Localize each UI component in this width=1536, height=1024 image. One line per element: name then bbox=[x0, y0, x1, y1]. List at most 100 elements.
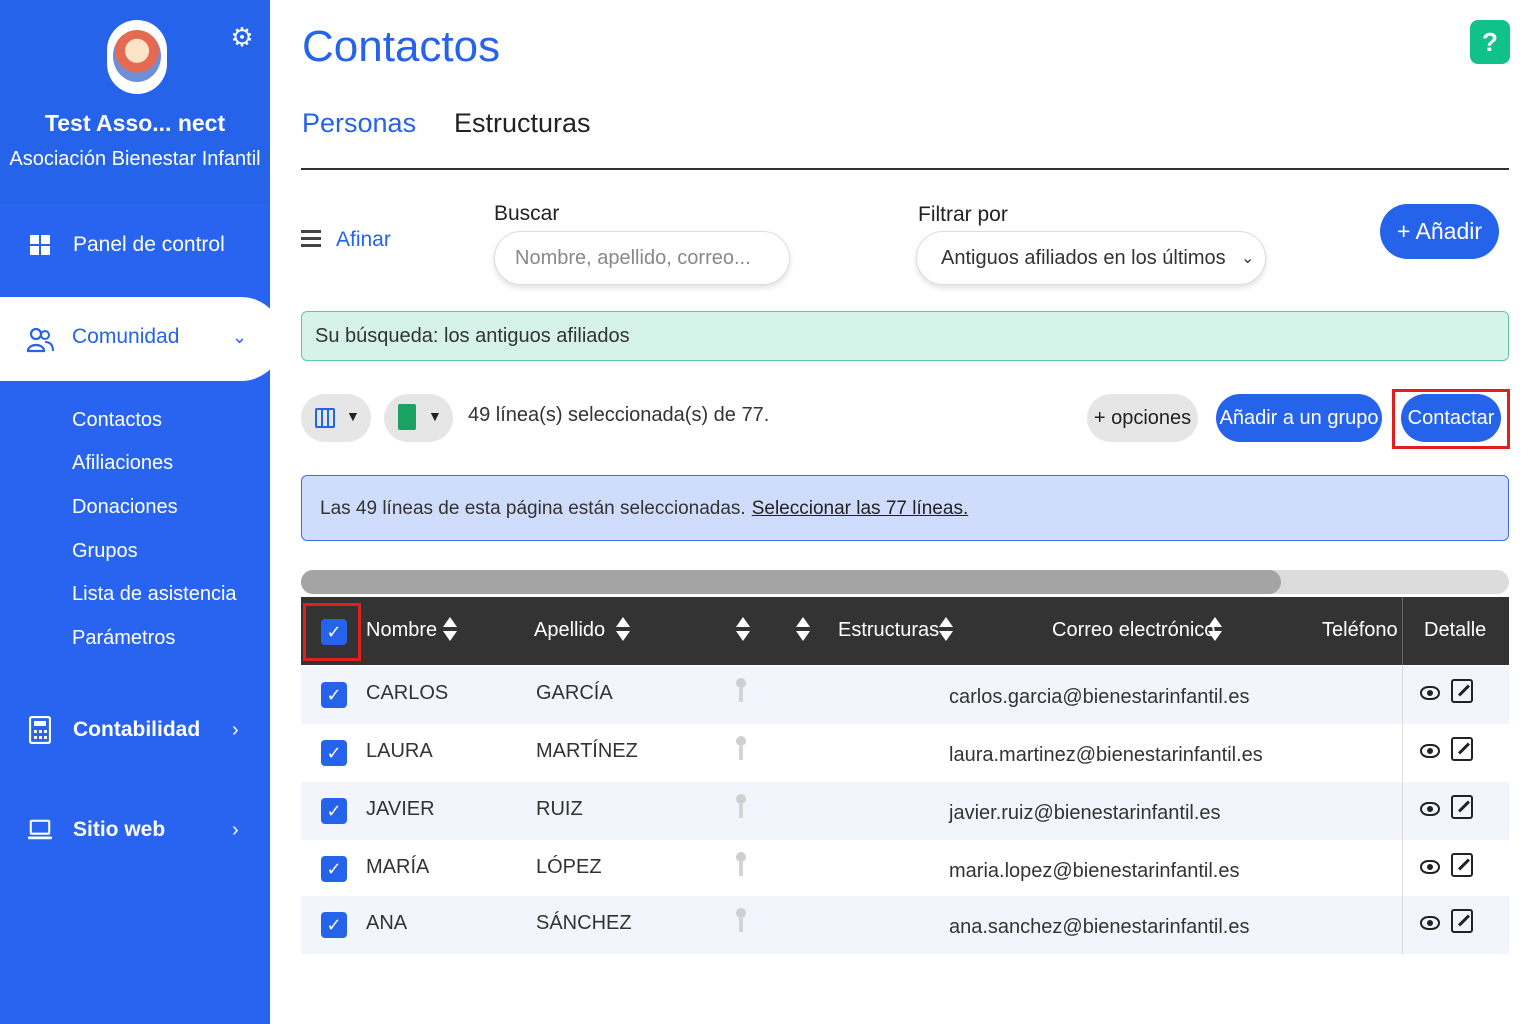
sidebar-item-panel[interactable]: Panel de control bbox=[0, 220, 270, 270]
header-nombre[interactable]: Nombre bbox=[366, 619, 437, 642]
avatar-image bbox=[113, 30, 161, 82]
eye-icon[interactable] bbox=[1420, 916, 1440, 930]
sidebar-subitem-parametros[interactable]: Parámetros bbox=[72, 627, 175, 650]
page-title: Contactos bbox=[302, 22, 501, 71]
table-row[interactable]: ✓ ANA SÁNCHEZ ana.sanchez@bienestarinfan… bbox=[301, 896, 1509, 954]
row-checkbox[interactable]: ✓ bbox=[321, 798, 347, 824]
sidebar-item-label: Panel de control bbox=[73, 233, 225, 256]
eye-icon[interactable] bbox=[1420, 744, 1440, 758]
chevron-down-icon: ⌄ bbox=[232, 327, 248, 347]
search-input[interactable] bbox=[494, 231, 790, 285]
help-button[interactable]: ? bbox=[1470, 20, 1510, 64]
sidebar-subitem-donaciones[interactable]: Donaciones bbox=[72, 496, 178, 519]
header-correo[interactable]: Correo electrónico bbox=[1052, 619, 1215, 642]
ribbon-icon bbox=[736, 794, 746, 820]
eye-icon[interactable] bbox=[1420, 860, 1440, 874]
sidebar-subitem-contactos[interactable]: Contactos bbox=[72, 409, 162, 432]
column-divider bbox=[1402, 597, 1403, 665]
column-divider bbox=[1402, 666, 1403, 724]
cell-nombre: LAURA bbox=[366, 740, 433, 762]
cell-correo: carlos.garcia@bienestarinfantil.es bbox=[949, 686, 1250, 708]
buscar-label: Buscar bbox=[494, 202, 560, 225]
edit-icon[interactable] bbox=[1451, 737, 1473, 761]
table-row[interactable]: ✓ CARLOS GARCÍA carlos.garcia@bienestari… bbox=[301, 666, 1509, 724]
add-to-group-button[interactable]: Añadir a un grupo bbox=[1216, 394, 1382, 442]
ribbon-icon bbox=[736, 736, 746, 762]
sort-icon[interactable] bbox=[736, 617, 750, 643]
sidebar-item-sitio-web[interactable]: Sitio web › bbox=[0, 805, 270, 855]
sidebar-subitem-asistencia[interactable]: Lista de asistencia bbox=[72, 583, 237, 606]
table-row[interactable]: ✓ MARÍA LÓPEZ maria.lopez@bienestarinfan… bbox=[301, 840, 1509, 898]
selection-info-text: Las 49 líneas de esta página están selec… bbox=[320, 498, 746, 519]
sort-icon[interactable] bbox=[616, 617, 630, 643]
row-checkbox[interactable]: ✓ bbox=[321, 912, 347, 938]
edit-icon[interactable] bbox=[1451, 795, 1473, 819]
sidebar-item-contabilidad[interactable]: Contabilidad › bbox=[0, 705, 270, 755]
selection-info-banner: Las 49 líneas de esta página están selec… bbox=[301, 475, 1509, 541]
checkbox-highlight bbox=[303, 603, 361, 661]
add-button[interactable]: + Añadir bbox=[1380, 204, 1499, 259]
sidebar-item-label: Sitio web bbox=[73, 818, 166, 841]
afinar-button[interactable]: Afinar bbox=[336, 228, 391, 252]
filtrar-label: Filtrar por bbox=[918, 203, 1008, 226]
edit-icon[interactable] bbox=[1451, 679, 1473, 703]
more-options-button[interactable]: + opciones bbox=[1087, 394, 1198, 442]
edit-icon[interactable] bbox=[1451, 853, 1473, 877]
org-avatar[interactable] bbox=[107, 20, 167, 94]
dashboard-icon bbox=[28, 233, 52, 257]
row-checkbox[interactable]: ✓ bbox=[321, 740, 347, 766]
cell-correo: maria.lopez@bienestarinfantil.es bbox=[949, 860, 1240, 882]
calculator-icon bbox=[28, 716, 52, 744]
csv-file-icon bbox=[398, 404, 416, 430]
sidebar-item-comunidad[interactable]: Comunidad ⌄ bbox=[0, 297, 283, 381]
cell-nombre: MARÍA bbox=[366, 856, 430, 878]
ribbon-icon bbox=[736, 852, 746, 878]
table-row[interactable]: ✓ LAURA MARTÍNEZ laura.martinez@bienesta… bbox=[301, 724, 1509, 782]
eye-icon[interactable] bbox=[1420, 686, 1440, 700]
cell-correo: javier.ruiz@bienestarinfantil.es bbox=[949, 802, 1221, 824]
column-divider bbox=[1402, 724, 1403, 782]
ribbon-icon bbox=[736, 678, 746, 704]
columns-toggle-button[interactable]: ▼ bbox=[301, 394, 371, 442]
sidebar-subitem-afiliaciones[interactable]: Afiliaciones bbox=[72, 452, 173, 475]
sidebar-item-label: Comunidad bbox=[72, 325, 180, 348]
tab-divider bbox=[301, 168, 1509, 170]
header-apellido[interactable]: Apellido bbox=[534, 619, 605, 642]
table-row[interactable]: ✓ JAVIER RUIZ javier.ruiz@bienestarinfan… bbox=[301, 782, 1509, 840]
caret-down-icon: ▼ bbox=[346, 408, 360, 424]
contact-highlight bbox=[1392, 389, 1510, 449]
header-telefono[interactable]: Teléfono bbox=[1322, 619, 1398, 642]
chevron-right-icon: › bbox=[232, 818, 239, 841]
chevron-down-icon: ⌄ bbox=[1241, 250, 1255, 267]
sort-icon[interactable] bbox=[939, 617, 953, 643]
cell-apellido: MARTÍNEZ bbox=[536, 740, 638, 762]
columns-icon bbox=[315, 408, 335, 428]
gear-icon[interactable]: ⚙ bbox=[229, 24, 255, 50]
eye-icon[interactable] bbox=[1420, 802, 1440, 816]
sidebar-subitem-grupos[interactable]: Grupos bbox=[72, 540, 138, 563]
cell-apellido: SÁNCHEZ bbox=[536, 912, 632, 934]
edit-icon[interactable] bbox=[1451, 909, 1473, 933]
filter-select[interactable]: Antiguos afiliados en los últimos 31 día… bbox=[916, 231, 1266, 285]
tab-personas[interactable]: Personas bbox=[302, 108, 416, 139]
scrollbar-thumb[interactable] bbox=[301, 570, 1281, 594]
cell-correo: ana.sanchez@bienestarinfantil.es bbox=[949, 916, 1250, 938]
select-all-link[interactable]: Seleccionar las 77 líneas. bbox=[752, 498, 969, 519]
cell-apellido: GARCÍA bbox=[536, 682, 613, 704]
ribbon-icon bbox=[736, 908, 746, 934]
sort-icon[interactable] bbox=[443, 617, 457, 643]
column-divider bbox=[1402, 896, 1403, 954]
cell-nombre: ANA bbox=[366, 912, 408, 934]
column-divider bbox=[1402, 782, 1403, 840]
header-estructuras[interactable]: Estructuras bbox=[838, 619, 939, 642]
sort-icon[interactable] bbox=[1208, 617, 1222, 643]
row-checkbox[interactable]: ✓ bbox=[321, 682, 347, 708]
menu-icon[interactable] bbox=[301, 230, 321, 248]
header-detalle: Detalle bbox=[1424, 619, 1487, 641]
export-button[interactable]: ▼ bbox=[384, 394, 453, 442]
tab-estructuras[interactable]: Estructuras bbox=[454, 108, 591, 139]
table-header: ✓ Nombre Apellido Estructuras Correo ele… bbox=[301, 597, 1509, 665]
row-checkbox[interactable]: ✓ bbox=[321, 856, 347, 882]
sort-icon[interactable] bbox=[796, 617, 810, 643]
search-summary-text: Su búsqueda: los antiguos afiliados bbox=[315, 325, 630, 347]
